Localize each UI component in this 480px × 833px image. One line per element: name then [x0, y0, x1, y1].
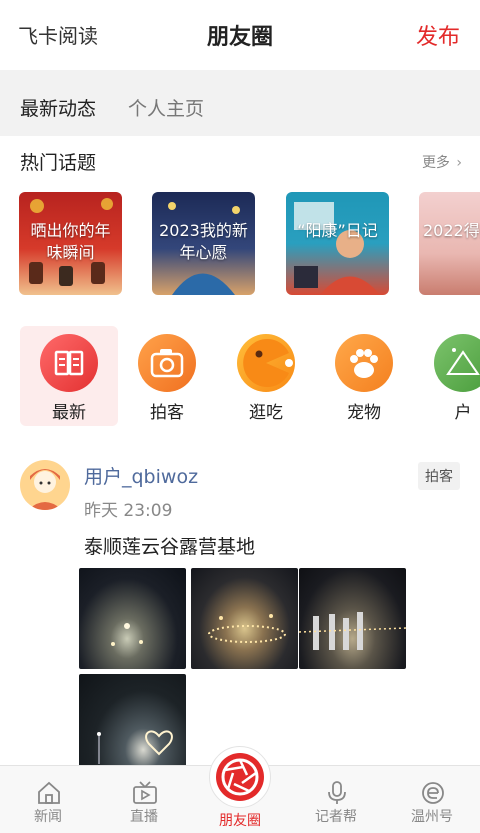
category-label: 拍客 [150, 403, 184, 423]
category-outdoor[interactable]: 户 [414, 326, 480, 426]
publish-button[interactable]: 发布 [416, 19, 460, 51]
tab-latest[interactable]: 最新动态 [20, 94, 96, 121]
nav-reporter-help[interactable]: 记者帮 [288, 766, 384, 833]
hot-topics-header: 热门话题 更多 › [0, 136, 480, 186]
nav-label: 新闻 [34, 809, 62, 825]
nav-wenzhou-account[interactable]: 温州号 [384, 766, 480, 833]
category-row: 最新 拍客 逛吃 宠物 户 [0, 326, 480, 428]
hot-topics-title: 热门话题 [20, 152, 97, 174]
post-photo[interactable] [299, 568, 406, 669]
nav-label: 朋友圈 [219, 813, 261, 829]
username-link[interactable]: 用户_qbiwoz [84, 462, 198, 489]
moments-center-button[interactable] [209, 746, 271, 808]
tab-profile[interactable]: 个人主页 [128, 94, 204, 121]
category-latest[interactable]: 最新 [20, 326, 118, 426]
e-icon [422, 782, 444, 804]
more-label: 更多 [421, 155, 450, 171]
microphone-icon [328, 781, 346, 804]
nav-label: 直播 [130, 809, 158, 825]
category-pai-ke[interactable]: 拍客 [118, 326, 216, 426]
topic-card[interactable]: 2022得删 [419, 192, 480, 295]
topic-card[interactable]: 2023我的新年心愿 [152, 192, 255, 295]
chevron-right-icon: › [456, 155, 462, 171]
more-link[interactable]: 更多 › [422, 152, 462, 172]
category-tag[interactable]: 拍客 [418, 462, 460, 490]
category-guang-chi[interactable]: 逛吃 [217, 326, 315, 426]
tent-icon [434, 334, 480, 392]
post-photo[interactable] [79, 568, 186, 669]
house-icon [38, 781, 60, 804]
bottom-nav: 新闻 直播 朋友圈 记者帮 温州号 [0, 746, 480, 833]
nav-news[interactable]: 新闻 [0, 766, 96, 833]
topic-label: “阳康”日记 [297, 221, 378, 240]
top-bar: 飞卡阅读 朋友圈 发布 [0, 0, 480, 70]
topic-label: 2022得删 [423, 221, 480, 240]
aperture-icon [216, 753, 264, 801]
avatar[interactable] [20, 460, 70, 510]
nav-label: 温州号 [411, 809, 453, 825]
topic-card[interactable]: “阳康”日记 [286, 192, 389, 295]
category-label: 最新 [52, 403, 86, 423]
category-pets[interactable]: 宠物 [315, 326, 413, 426]
category-label: 宠物 [347, 403, 381, 423]
post-photo[interactable] [79, 674, 186, 775]
nav-live[interactable]: 直播 [96, 766, 192, 833]
category-label: 户 [454, 403, 472, 423]
category-label: 逛吃 [249, 403, 283, 423]
topic-label: 2023我的新年心愿 [159, 221, 248, 262]
hot-topics-list: 晒出你的年味瞬间 2023我的新年心愿 “阳康”日记 2022得删 [0, 192, 480, 296]
post-text: 泰顺莲云谷露营基地 [84, 536, 256, 558]
feed-tabs: 最新动态 个人主页 [0, 70, 480, 136]
page-title: 朋友圈 [206, 25, 273, 50]
feed-post: 用户_qbiwoz 昨天 23:09 拍客 泰顺莲云谷露营基地 [0, 440, 480, 775]
reader-illustration [294, 202, 380, 295]
paw-icon [335, 334, 393, 392]
topic-label: 晒出你的年味瞬间 [30, 221, 111, 262]
nav-label: 记者帮 [315, 809, 357, 825]
book-icon [40, 334, 98, 392]
camera-icon [138, 334, 196, 392]
pacman-icon [237, 334, 295, 392]
post-time: 昨天 23:09 [84, 501, 173, 521]
post-photo[interactable] [191, 568, 298, 669]
topic-card[interactable]: 晒出你的年味瞬间 [19, 192, 122, 295]
tv-icon [133, 781, 157, 804]
